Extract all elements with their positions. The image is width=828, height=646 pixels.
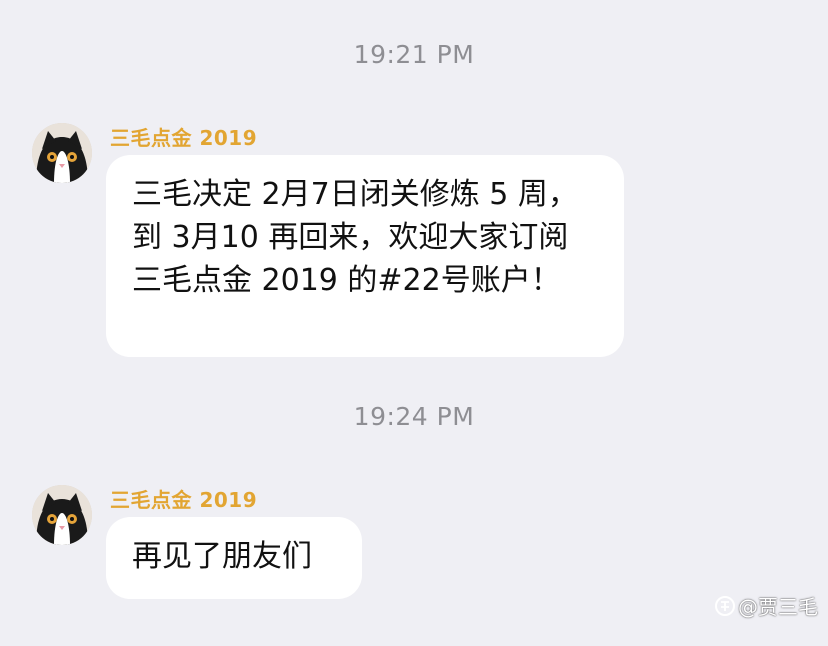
zhihu-logo-icon: [714, 595, 736, 617]
cat-avatar-icon[interactable]: [32, 123, 92, 183]
watermark-text: @贾三毛: [738, 595, 818, 619]
watermark: @贾三毛: [714, 591, 818, 620]
sender-name: 三毛点金 2019: [110, 488, 258, 512]
timestamp: 19:21 PM: [353, 40, 475, 69]
cat-avatar-icon[interactable]: [32, 485, 92, 545]
message-bubble[interactable]: 三毛决定 2月7日闭关修炼 5 周，到 3月10 再回来，欢迎大家订阅 三毛点金…: [106, 155, 624, 357]
timestamp: 19:24 PM: [353, 402, 475, 431]
sender-name: 三毛点金 2019: [110, 126, 258, 150]
message-bubble[interactable]: 再见了朋友们: [106, 517, 362, 599]
